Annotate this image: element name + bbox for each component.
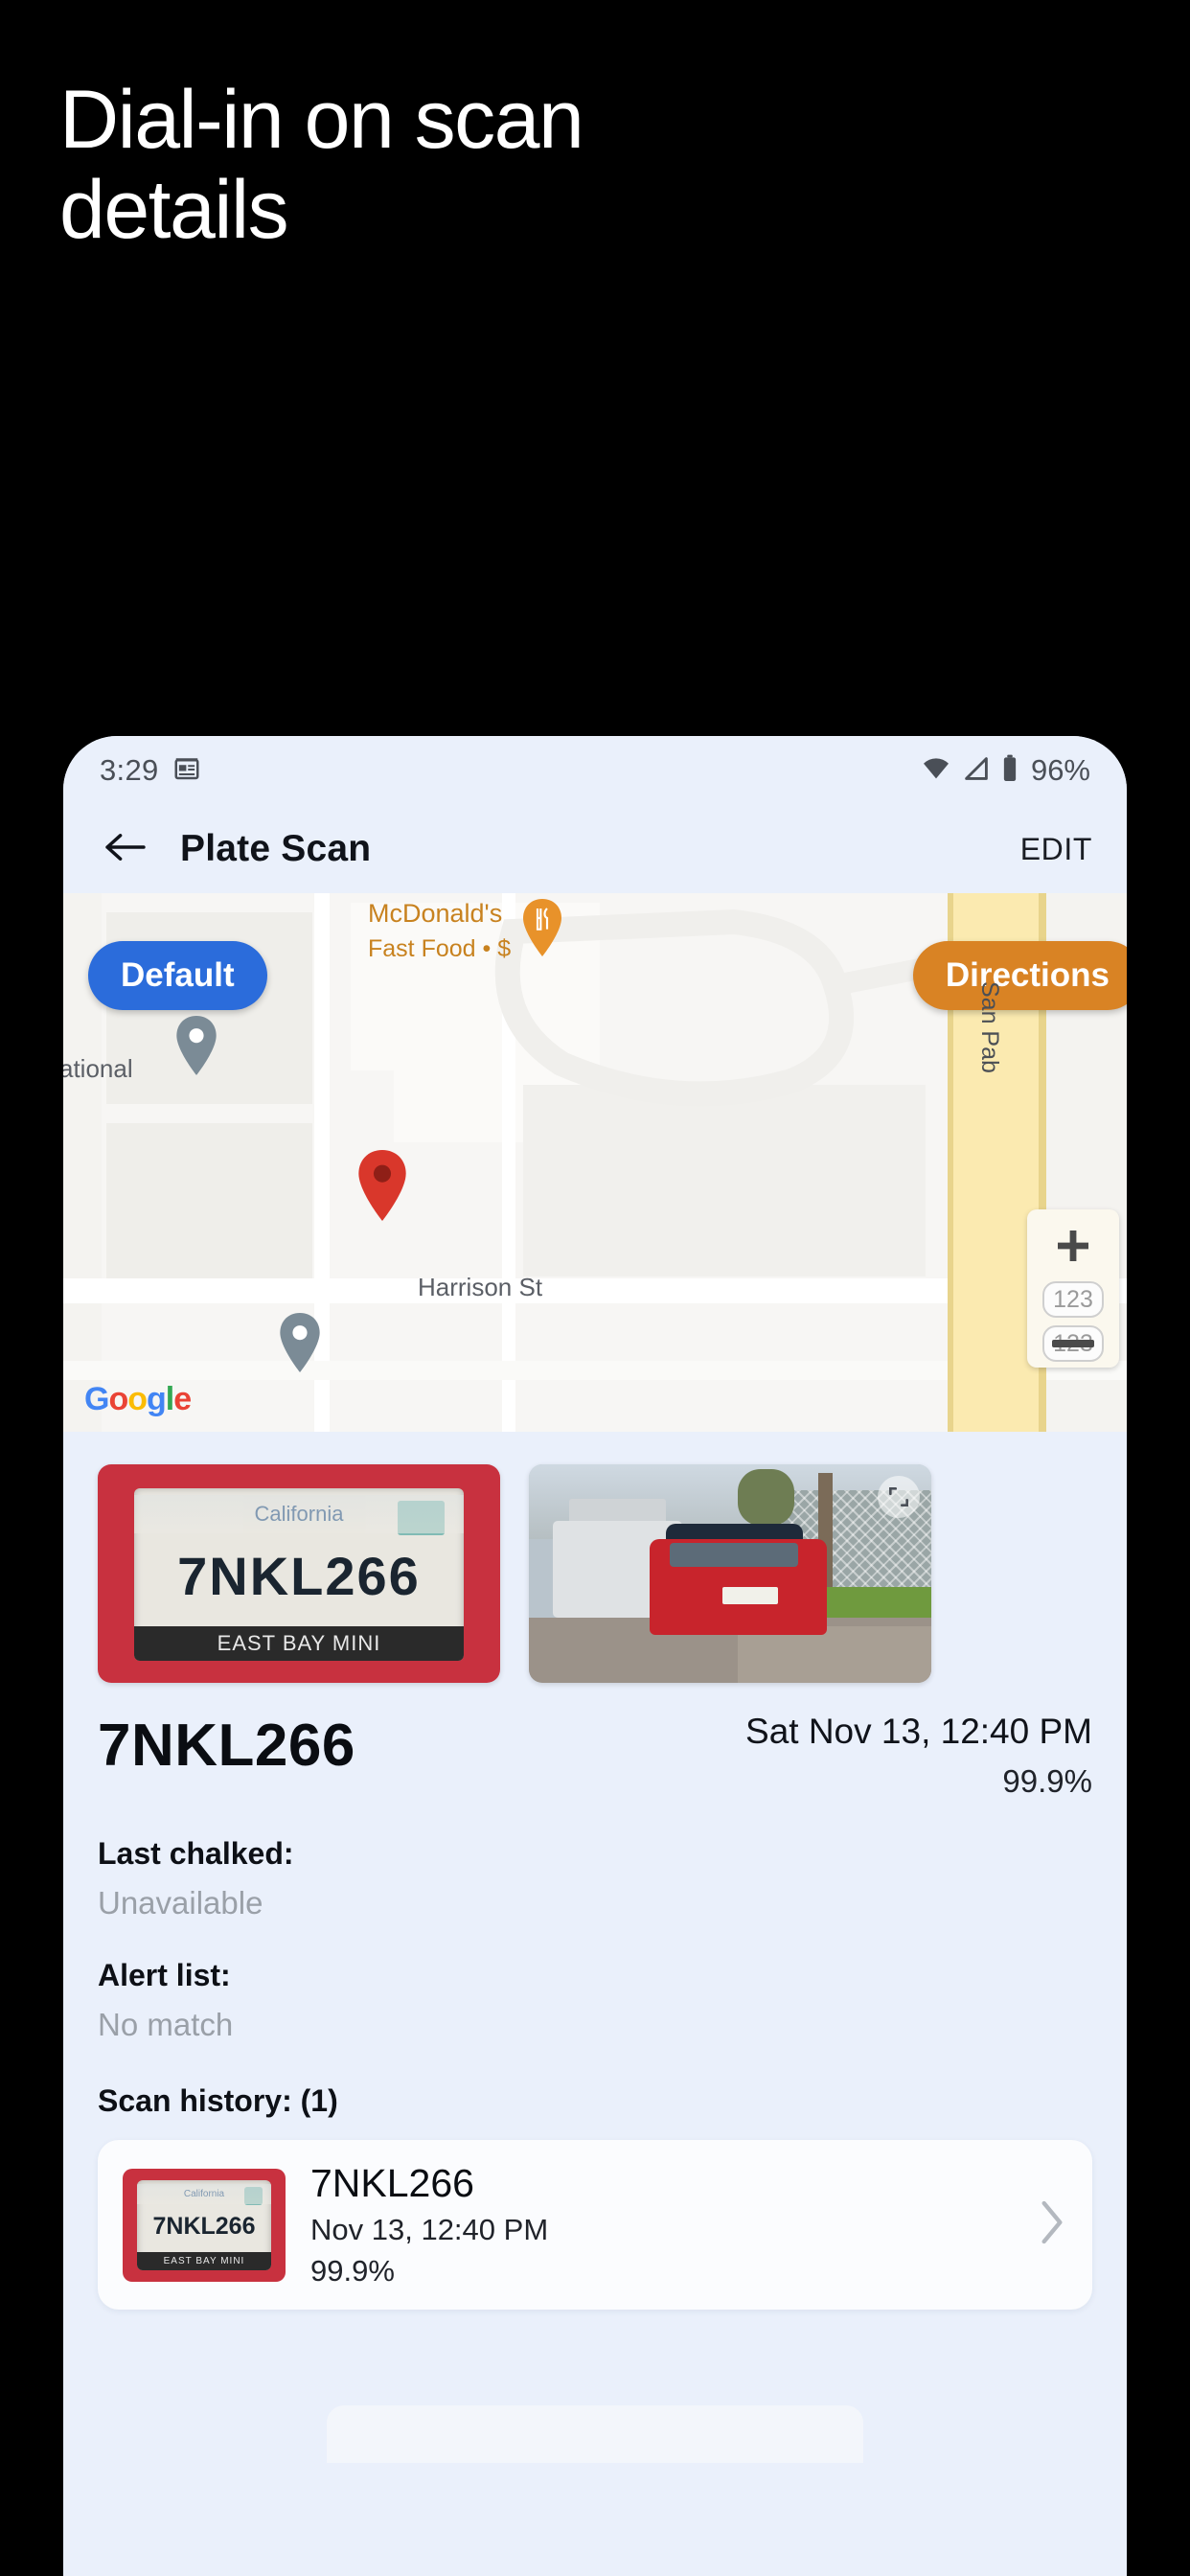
edit-button[interactable]: EDIT	[1020, 832, 1092, 867]
gray-location-pin-icon	[176, 1016, 217, 1080]
poi-sub-label: Fast Food • $	[368, 935, 512, 962]
scan-history-list: California 7NKL266 EAST BAY MINI 7NKL266…	[63, 2119, 1127, 2310]
status-bar: 3:29 96%	[63, 736, 1127, 805]
history-plate-frame: EAST BAY MINI	[137, 2252, 271, 2270]
headline-line-1: Dial-in on scan	[59, 74, 584, 166]
poi-name-label: McDonald's	[368, 899, 503, 928]
plate-frame-text: EAST BAY MINI	[133, 1626, 465, 1662]
history-confidence: 99.9%	[310, 2254, 395, 2288]
red-location-pin[interactable]	[358, 1150, 406, 1226]
highway-shield-1: 123	[1042, 1281, 1104, 1318]
status-bar-right: 96%	[921, 753, 1090, 788]
bottom-sheet-handle	[327, 2405, 863, 2463]
restaurant-pin-icon	[523, 899, 561, 961]
list-item[interactable]: California 7NKL266 EAST BAY MINI 7NKL266…	[98, 2140, 1092, 2310]
screenshot-root: Dial-in on scan details 3:29 96% Plate S…	[0, 0, 1190, 2576]
history-plate-artwork: California 7NKL266 EAST BAY MINI	[123, 2168, 286, 2282]
expand-icon[interactable]	[878, 1476, 920, 1518]
plate-artwork: California 7NKL266 EAST BAY MINI	[98, 1464, 500, 1683]
scan-confidence: 99.9%	[1002, 1763, 1092, 1799]
map-directions-button[interactable]: Directions	[912, 941, 1127, 1010]
field-last-chalked-value: Unavailable	[98, 1885, 263, 1920]
history-plate-thumbnail: California 7NKL266 EAST BAY MINI	[123, 2168, 286, 2282]
news-calendar-icon	[172, 754, 201, 788]
scan-detail-content: California 7NKL266 EAST BAY MINI 7NKL266…	[63, 1432, 1127, 2463]
scan-summary-right: Sat Nov 13, 12:40 PM 99.9%	[745, 1712, 1092, 1800]
street-name-label: Harrison St	[418, 1273, 543, 1301]
scan-summary: 7NKL266 Sat Nov 13, 12:40 PM 99.9%	[63, 1683, 1127, 1800]
status-time: 3:29	[100, 753, 159, 787]
field-alert-list-label: Alert list:	[98, 1958, 231, 1992]
place-partial-label: ational	[63, 1054, 133, 1083]
history-plate-number: 7NKL266	[310, 2161, 474, 2205]
history-item-meta: 7NKL266 Nov 13, 12:40 PM 99.9%	[310, 2161, 548, 2288]
map-default-button[interactable]: Default	[88, 941, 267, 1010]
map-view[interactable]: McDonald's Fast Food • $ Default Directi…	[63, 893, 1127, 1432]
back-arrow-icon	[103, 831, 148, 868]
google-logo: Google	[84, 1381, 192, 1417]
headline-line-2: details	[59, 164, 289, 256]
wifi-icon	[921, 756, 951, 786]
battery-icon	[1001, 754, 1018, 788]
vehicle-photo[interactable]	[529, 1464, 931, 1683]
page-title-text: Plate Scan	[180, 828, 372, 869]
field-alert-list-value: No match	[98, 2007, 234, 2042]
plate-number-on-image: 7NKL266	[177, 1546, 421, 1607]
history-plate-number-image: 7NKL266	[152, 2212, 256, 2240]
gray-location-pin-icon-2	[280, 1313, 320, 1377]
history-plate-state: California	[137, 2184, 271, 2204]
chevron-right-icon[interactable]	[1037, 2198, 1067, 2251]
app-bar: Plate Scan EDIT	[63, 805, 1127, 893]
back-button[interactable]	[98, 821, 153, 877]
minus-icon[interactable]	[1052, 1340, 1094, 1347]
battery-percent: 96%	[1030, 753, 1090, 787]
signal-triangle-icon	[962, 756, 991, 786]
field-last-chalked: Last chalked: Unavailable	[63, 1836, 1127, 1921]
scan-thumbnails: California 7NKL266 EAST BAY MINI	[63, 1432, 1127, 1683]
license-plate-photo[interactable]: California 7NKL266 EAST BAY MINI	[98, 1464, 500, 1683]
scan-timestamp: Sat Nov 13, 12:40 PM	[745, 1712, 1092, 1751]
vehicle-artwork	[529, 1464, 931, 1683]
scan-plate-number: 7NKL266	[98, 1713, 355, 1779]
highway-name-label: San Pab	[976, 981, 1003, 1073]
field-last-chalked-label: Last chalked:	[98, 1836, 294, 1871]
phone-mockup: 3:29 96% Plate Scan EDIT McDonald's Fast…	[63, 736, 1127, 2576]
shield-label-1: 123	[1053, 1285, 1093, 1313]
field-alert-list: Alert list: No match	[63, 1958, 1127, 2043]
history-date: Nov 13, 12:40 PM	[310, 2213, 549, 2246]
plus-icon[interactable]	[1050, 1223, 1096, 1274]
highway-shield-2: 123	[1042, 1325, 1104, 1362]
scan-history-label: Scan history: (1)	[98, 2083, 338, 2118]
plate-state-text: California	[133, 1495, 465, 1533]
page-title: Dial-in on scan details	[59, 75, 1113, 255]
map-zoom-controls[interactable]: 123 123	[1027, 1209, 1119, 1368]
status-bar-left: 3:29	[100, 753, 201, 788]
